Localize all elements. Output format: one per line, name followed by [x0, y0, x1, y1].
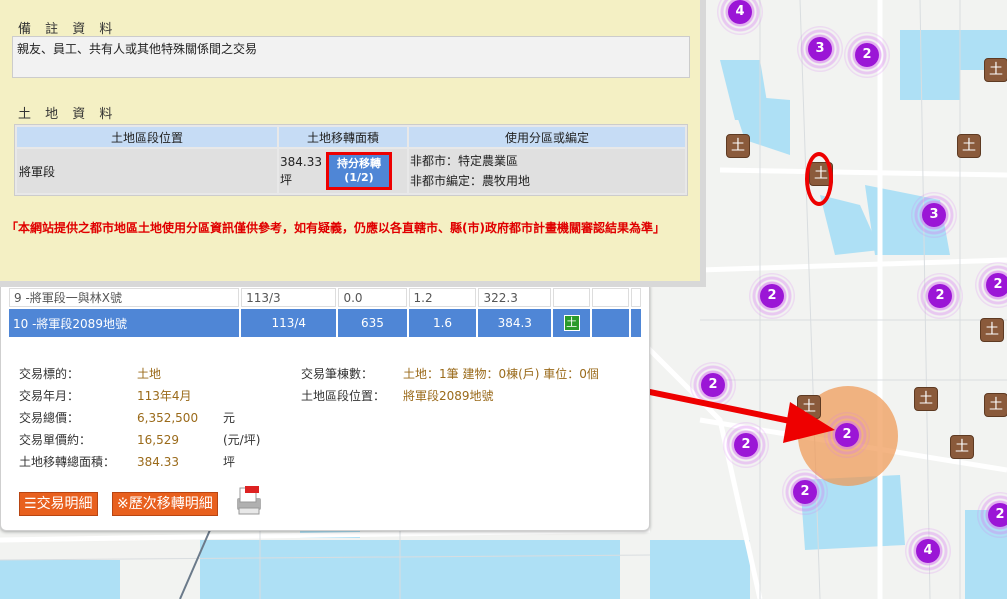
- detail-value: 384.33: [137, 455, 179, 469]
- button-label: 交易明細: [36, 496, 93, 512]
- detail-value: 土地：1筆 建物：0棟(戶) 車位：0個: [403, 367, 599, 381]
- row-date: 113/4: [241, 309, 337, 337]
- table-row[interactable]: 9 -將軍段一與林X號 113/3 0.0 1.2 322.3: [9, 288, 641, 307]
- table-row-selected[interactable]: 10 -將軍段2089地號 113/4 635 1.6 384.3 土: [9, 309, 641, 337]
- notes-panel: 備 註 資 料 親友、員工、共有人或其他特殊關係間之交易 土 地 資 料 土地區…: [0, 0, 706, 287]
- land-info-table: 土地區段位置 土地移轉面積 使用分區或編定 將軍段 384.33 坪 持分移轉 …: [14, 124, 688, 196]
- area-unit: 坪: [280, 173, 293, 187]
- detail-label: 土地移轉總面積：: [19, 455, 116, 469]
- row-col7: [592, 288, 629, 307]
- detail-label: 交易總價：: [19, 411, 80, 425]
- column-header: 使用分區或編定: [409, 127, 685, 147]
- area-value: 384.33: [280, 155, 322, 169]
- detail-value: 將軍段2089地號: [403, 389, 494, 403]
- land-type-icon: 土: [563, 315, 580, 331]
- detail-area: 土地移轉總面積： 384.33 坪: [19, 452, 235, 472]
- detail-value: 土地: [137, 367, 162, 381]
- detail-location: 土地區段位置： 將軍段2089地號: [301, 386, 494, 406]
- detail-count: 交易筆棟數： 土地：1筆 建物：0棟(戶) 車位：0個: [301, 364, 599, 384]
- detail-label: 交易標的：: [19, 367, 80, 381]
- table-header: 土地區段位置 土地移轉面積 使用分區或編定: [17, 127, 685, 147]
- land-area-cell: 384.33 坪 持分移轉 (1/2): [279, 149, 407, 193]
- row-col8: [631, 288, 641, 307]
- list-icon: ☰: [24, 496, 37, 512]
- transaction-list: 9 -將軍段一與林X號 113/3 0.0 1.2 322.3 10 -將軍段2…: [7, 286, 643, 339]
- detail-label: 交易筆棟數：: [301, 367, 374, 381]
- detail-label: 交易單價約：: [19, 433, 92, 447]
- button-label: (1/2): [344, 171, 374, 184]
- detail-unit: 坪: [223, 455, 236, 469]
- land-section-cell: 將軍段: [17, 149, 277, 193]
- detail-total-price: 交易總價： 6,352,500 元: [19, 408, 235, 428]
- row-name: 10 -將軍段2089地號: [9, 309, 240, 337]
- zoning-text: 非都市編定：農牧用地: [410, 174, 531, 188]
- row-area: 322.3: [478, 288, 552, 307]
- detail-target: 交易標的： 土地: [19, 364, 161, 384]
- detail-value: 6,352,500: [137, 411, 199, 425]
- detail-unit: (元/坪): [223, 433, 261, 447]
- row-col7: [592, 309, 629, 337]
- transfer-history-button[interactable]: ※歷次移轉明細: [112, 492, 218, 516]
- detail-date: 交易年月： 113年4月: [19, 386, 192, 406]
- button-label: 持分移轉: [337, 157, 381, 170]
- row-type: 土: [553, 309, 591, 337]
- detail-unit: 元: [223, 411, 236, 425]
- remarks-box: 親友、員工、共有人或其他特殊關係間之交易: [12, 36, 690, 78]
- transaction-detail-button[interactable]: ☰交易明細: [19, 492, 98, 516]
- row-date: 113/3: [241, 288, 337, 307]
- pdf-print-icon[interactable]: [233, 486, 265, 516]
- row-type: [553, 288, 591, 307]
- land-info-title: 土 地 資 料: [18, 107, 118, 122]
- row-unit-price: 1.2: [408, 288, 477, 307]
- row-name: 9 -將軍段一與林X號: [9, 288, 240, 307]
- row-area: 384.3: [478, 309, 552, 337]
- detail-label: 土地區段位置：: [301, 389, 386, 403]
- column-header: 土地區段位置: [17, 127, 277, 147]
- transaction-results-panel: 9 -將軍段一與林X號 113/3 0.0 1.2 322.3 10 -將軍段2…: [0, 285, 650, 531]
- column-header: 土地移轉面積: [279, 127, 407, 147]
- detail-value: 16,529: [137, 433, 179, 447]
- partial-transfer-button[interactable]: 持分移轉 (1/2): [326, 152, 392, 190]
- zoning-text: 非都市：特定農業區: [410, 154, 519, 168]
- row-price: 635: [338, 309, 407, 337]
- table-row: 將軍段 384.33 坪 持分移轉 (1/2) 非都市：特定農業區 非都市編定：…: [17, 149, 685, 193]
- detail-label: 交易年月：: [19, 389, 80, 403]
- row-unit-price: 1.6: [408, 309, 477, 337]
- disclaimer-text: 「本網站提供之都市地區土地使用分區資訊僅供參考，如有疑義，仍應以各直轄市、縣(市…: [6, 221, 665, 235]
- row-price: 0.0: [338, 288, 407, 307]
- detail-value: 113年4月: [137, 389, 192, 403]
- zoning-cell: 非都市：特定農業區 非都市編定：農牧用地: [409, 149, 685, 193]
- remarks-title: 備 註 資 料: [18, 22, 118, 37]
- row-col8: [631, 309, 641, 337]
- detail-unit-price: 交易單價約： 16,529 (元/坪): [19, 430, 260, 450]
